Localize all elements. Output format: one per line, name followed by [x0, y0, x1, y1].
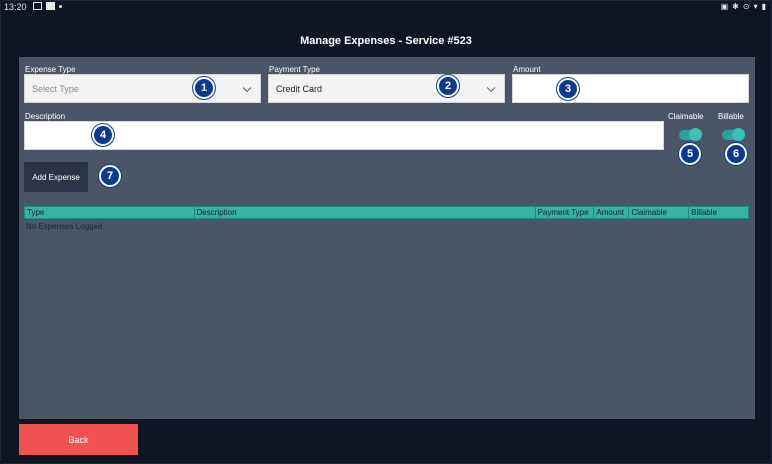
claimable-toggle-knob [689, 128, 702, 141]
table-empty-message: No Expenses Logged [26, 222, 103, 231]
expense-panel [19, 57, 755, 419]
dot-icon [59, 4, 62, 8]
expenses-table-header: Type Description Payment Type Amount Cla… [24, 206, 749, 219]
billable-label: Billable [718, 112, 744, 121]
status-bar: 13:20 ▣ ✱ ⊙ ▾ ▮ [0, 0, 772, 16]
callout-badge-5: 5 [679, 143, 701, 165]
expense-type-label: Expense Type [25, 65, 76, 74]
chevron-down-icon [486, 83, 496, 92]
status-icons-right: ▣ ✱ ⊙ ▾ ▮ [721, 2, 766, 11]
column-header-payment-type[interactable]: Payment Type [536, 207, 595, 218]
status-icons-left [33, 2, 62, 10]
amount-label: Amount [513, 65, 541, 74]
chevron-down-icon [242, 83, 252, 92]
callout-badge-6: 6 [725, 143, 747, 165]
sim-icon: ▣ [720, 2, 729, 11]
notification-icon [46, 2, 55, 10]
billable-toggle[interactable] [722, 128, 745, 141]
callout-badge-7: 7 [99, 165, 121, 187]
payment-type-label: Payment Type [269, 65, 320, 74]
column-header-type[interactable]: Type [25, 207, 195, 218]
cast-icon [33, 2, 42, 10]
callout-badge-4: 4 [92, 124, 114, 146]
claimable-toggle[interactable] [679, 128, 702, 141]
back-button[interactable]: Back [19, 424, 138, 455]
payment-type-select[interactable]: Credit Card [268, 74, 505, 103]
column-header-description[interactable]: Description [195, 207, 536, 218]
column-header-amount[interactable]: Amount [594, 207, 630, 218]
description-input[interactable] [24, 121, 664, 150]
callout-badge-3: 3 [557, 78, 579, 100]
callout-badge-1: 1 [193, 77, 215, 99]
amount-input[interactable] [512, 74, 749, 103]
payment-type-value: Credit Card [276, 83, 323, 94]
billable-toggle-knob [732, 128, 745, 141]
description-label: Description [25, 112, 66, 121]
location-icon: ⊙ [742, 2, 750, 11]
page-title: Manage Expenses - Service #523 [300, 35, 472, 47]
add-expense-button[interactable]: Add Expense [24, 162, 88, 192]
bluetooth-icon: ✱ [732, 2, 739, 11]
claimable-label: Claimable [668, 112, 704, 121]
expense-type-select[interactable]: Select Type [24, 74, 261, 103]
column-header-claimable[interactable]: Claimable [629, 207, 690, 218]
expense-type-placeholder: Select Type [32, 83, 79, 94]
callout-badge-2: 2 [437, 75, 459, 97]
status-time: 13:20 [4, 2, 27, 12]
column-header-billable[interactable]: Billable [689, 207, 748, 218]
battery-icon: ▮ [761, 2, 766, 11]
wifi-icon: ▾ [753, 2, 758, 11]
